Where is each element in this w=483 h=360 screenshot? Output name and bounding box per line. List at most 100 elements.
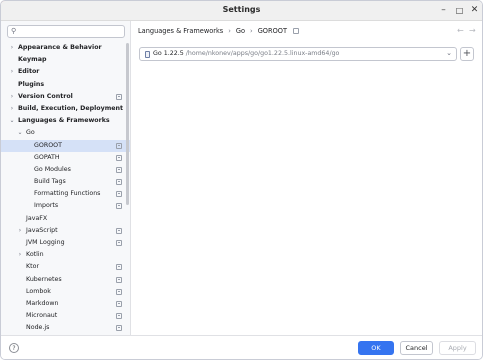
breadcrumb-item: GOROOT [257, 27, 287, 35]
help-button[interactable]: ? [9, 343, 19, 353]
project-settings-icon [116, 313, 122, 320]
sidebar-item-build-execution-deployment[interactable]: › Build, Execution, Deployment [1, 103, 130, 115]
breadcrumb-separator: › [250, 27, 253, 35]
chevron-right-icon[interactable]: › [17, 225, 23, 237]
sidebar-item-micronaut[interactable]: Micronaut [1, 310, 130, 322]
search-icon: ⚲ [11, 27, 17, 35]
sdk-path: /home/nkonev/apps/go/go1.22.5.linux-amd6… [185, 50, 340, 57]
sidebar-item-label: Node.js [26, 324, 50, 332]
chevron-right-icon[interactable]: › [9, 66, 15, 78]
chevron-right-icon[interactable]: › [17, 249, 23, 261]
sidebar-item-label: Plugins [18, 80, 45, 88]
sidebar-item-appearance-behavior[interactable]: › Appearance & Behavior [1, 42, 130, 54]
breadcrumb-item[interactable]: Languages & Frameworks [138, 27, 223, 35]
sidebar-item-build-tags[interactable]: Build Tags [1, 176, 130, 188]
sidebar-item-label: Go Modules [34, 165, 71, 173]
project-settings-icon [116, 179, 122, 186]
sidebar-item-label: Ktor [26, 263, 40, 271]
sidebar-item-go[interactable]: ⌄ Go [1, 127, 130, 139]
sidebar-item-label: Appearance & Behavior [18, 44, 102, 51]
sidebar-item-javafx[interactable]: JavaFX [1, 213, 130, 225]
sidebar-item-version-control[interactable]: › Version Control [1, 91, 130, 103]
chevron-right-icon[interactable]: › [9, 42, 15, 54]
sidebar-item-go-modules[interactable]: Go Modules [1, 164, 130, 176]
sidebar-item-plugins[interactable]: Plugins [1, 79, 130, 91]
sidebar-item-label: GOROOT [34, 141, 62, 149]
project-settings-icon [116, 240, 122, 246]
sidebar-item-node-js[interactable]: Node.js [1, 322, 130, 334]
sidebar-item-jvm-logging[interactable]: JVM Logging [1, 237, 130, 249]
add-sdk-button[interactable]: + [460, 47, 474, 61]
breadcrumb-separator: › [228, 27, 231, 35]
settings-search[interactable]: ⚲ [7, 25, 125, 38]
dialog-footer: ? OK Cancel Apply [1, 335, 482, 359]
project-settings-icon [292, 28, 299, 34]
apply-button[interactable]: Apply [439, 341, 476, 355]
go-sdk-icon [145, 51, 150, 58]
forward-arrow-icon[interactable]: → [469, 26, 476, 35]
sidebar-item-keymap[interactable]: Keymap [1, 54, 130, 66]
close-icon[interactable]: ✕ [468, 4, 481, 17]
settings-sidebar: ⚲ › Appearance & Behavior Keymap › Editor Plu… [1, 21, 131, 335]
chevron-right-icon[interactable]: › [9, 103, 15, 115]
chevron-down-icon[interactable]: ⌄ [9, 115, 15, 127]
sidebar-item-label: JVM Logging [26, 239, 65, 246]
breadcrumb: Languages & Frameworks › Go › GOROOT [138, 27, 299, 37]
sidebar-item-label: Imports [34, 202, 59, 210]
back-arrow-icon[interactable]: ← [457, 26, 464, 35]
sidebar-item-editor[interactable]: › Editor [1, 66, 130, 78]
sidebar-item-kotlin[interactable]: › Kotlin [1, 249, 130, 261]
sidebar-item-javascript[interactable]: › JavaScript [1, 225, 130, 237]
sidebar-item-lombok[interactable]: Lombok [1, 286, 130, 298]
sidebar-item-kubernetes[interactable]: Kubernetes [1, 274, 130, 286]
sidebar-item-label: Kotlin [26, 251, 44, 259]
sidebar-item-languages-frameworks[interactable]: ⌄ Languages & Frameworks [1, 115, 130, 127]
sidebar-item-ktor[interactable]: Ktor [1, 261, 130, 273]
project-settings-icon [116, 325, 122, 332]
sidebar-item-label: Micronaut [26, 312, 58, 320]
sidebar-item-label: Kubernetes [26, 275, 62, 283]
project-settings-icon [116, 166, 122, 173]
sidebar-item-formatting-functions[interactable]: Formatting Functions [1, 188, 130, 200]
sidebar-item-imports[interactable]: Imports [1, 200, 130, 212]
project-settings-icon [116, 93, 122, 100]
sidebar-item-label: Version Control [18, 92, 73, 100]
sidebar-item-label: JavaFX [26, 214, 48, 222]
sidebar-item-gopath[interactable]: GOPATH [1, 152, 130, 164]
sidebar-item-label: Formatting Functions [34, 190, 101, 198]
sidebar-item-goroot[interactable]: GOROOT [1, 139, 130, 152]
project-settings-icon [116, 300, 122, 307]
sidebar-item-label: Go [26, 129, 35, 137]
project-settings-icon [116, 264, 122, 271]
project-settings-icon [116, 227, 122, 234]
project-settings-icon [116, 276, 122, 283]
settings-tree: › Appearance & Behavior Keymap › Editor Plugi… [1, 42, 130, 335]
sidebar-item-markdown[interactable]: Markdown [1, 298, 130, 310]
title-bar: Settings – □ ✕ [1, 1, 482, 21]
cancel-button[interactable]: Cancel [400, 341, 433, 355]
sidebar-item-label: GOPATH [34, 153, 60, 161]
breadcrumb-item[interactable]: Go [236, 27, 245, 35]
goroot-sdk-select[interactable]: Go 1.22.5 /home/nkonev/apps/go/go1.22.5.… [139, 47, 457, 61]
project-settings-icon [116, 203, 122, 210]
settings-dialog: Settings – □ ✕ ⚲ › Appearance & Behavior K… [0, 0, 483, 360]
search-input[interactable] [20, 27, 120, 36]
chevron-down-icon[interactable]: ⌄ [446, 49, 452, 57]
sdk-selected-value: Go 1.22.5 /home/nkonev/apps/go/go1.22.5.… [153, 50, 339, 57]
sidebar-item-label: JavaScript [26, 226, 58, 234]
sidebar-scrollbar[interactable] [126, 43, 129, 205]
sidebar-item-label: Keymap [18, 56, 47, 64]
project-settings-icon [116, 191, 122, 198]
sidebar-item-label: Build, Execution, Deployment [18, 104, 124, 112]
maximize-icon[interactable]: □ [453, 4, 466, 17]
ok-button[interactable]: OK [358, 341, 394, 355]
sidebar-item-label: Lombok [26, 287, 51, 295]
project-settings-icon [116, 154, 122, 161]
project-settings-icon [116, 288, 122, 295]
sidebar-item-label: Markdown [26, 299, 59, 307]
project-settings-icon [116, 142, 122, 149]
minimize-icon[interactable]: – [437, 4, 450, 17]
sidebar-item-label: Languages & Frameworks [18, 117, 110, 125]
chevron-right-icon[interactable]: › [9, 91, 15, 103]
chevron-down-icon[interactable]: ⌄ [17, 127, 23, 139]
